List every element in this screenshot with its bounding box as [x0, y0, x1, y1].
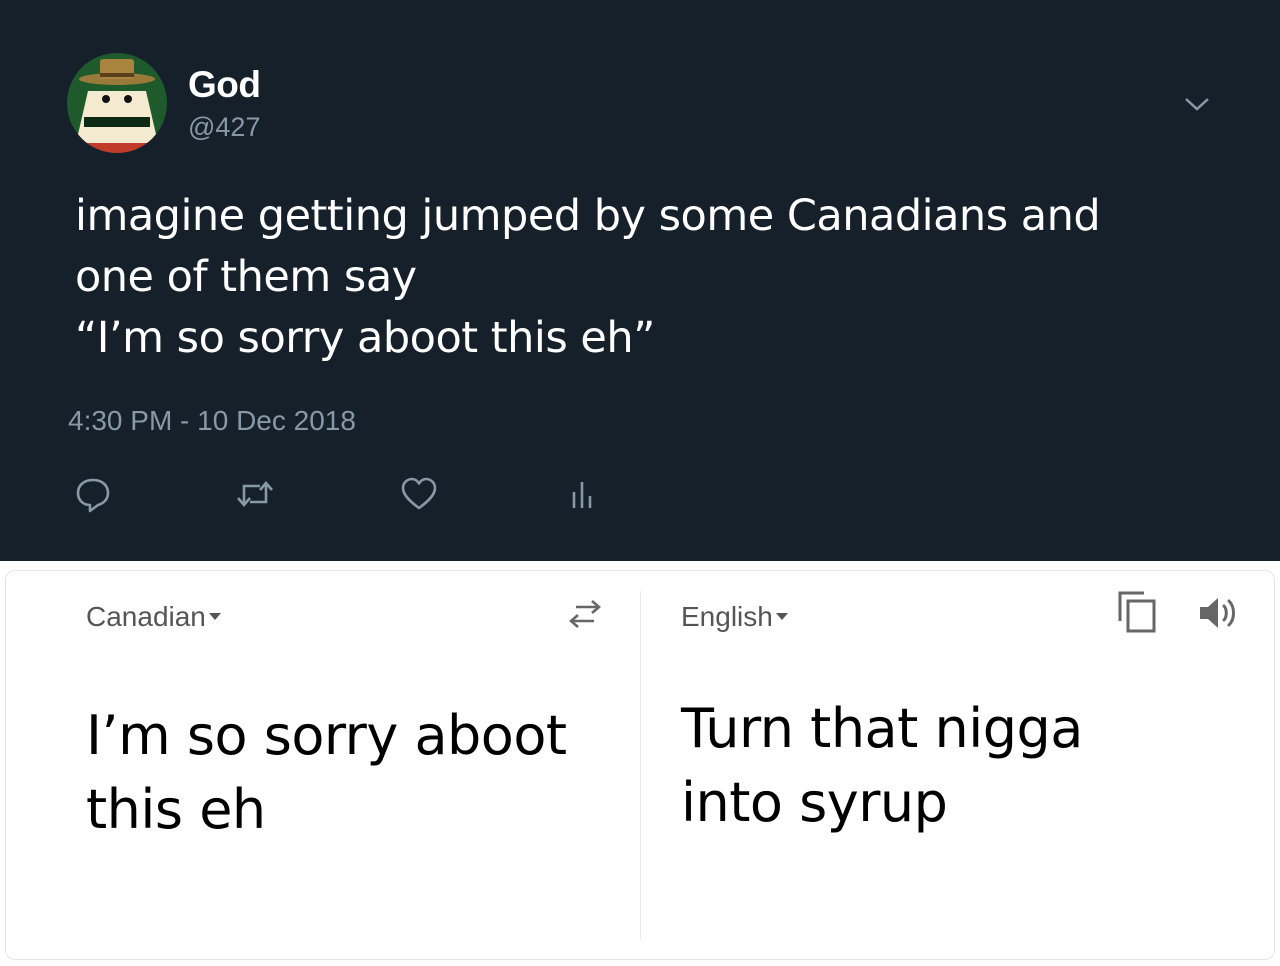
- translated-text-line: into syrup: [681, 771, 948, 834]
- chevron-down-icon[interactable]: [1182, 92, 1212, 116]
- translator-panel: Canadian English I’m so sorry aboot this…: [5, 570, 1275, 960]
- source-language-select[interactable]: Canadian: [86, 601, 221, 633]
- translated-text-line: Turn that nigga: [681, 697, 1083, 760]
- target-language-select[interactable]: English: [681, 601, 788, 633]
- panel-divider: [640, 591, 641, 939]
- source-text-line: this eh: [86, 778, 266, 841]
- caret-down-icon: [775, 613, 788, 621]
- source-text-line: I’m so sorry aboot: [86, 704, 567, 767]
- tweet-text: imagine getting jumped by some Canadians…: [75, 186, 1195, 369]
- tweet-text-line: one of them say: [75, 252, 417, 302]
- source-text[interactable]: I’m so sorry aboot this eh: [86, 699, 567, 847]
- swap-languages-icon[interactable]: [564, 597, 606, 631]
- like-icon[interactable]: [400, 474, 438, 514]
- caret-down-icon: [208, 613, 221, 621]
- copy-icon[interactable]: [1114, 587, 1162, 637]
- source-language-label: Canadian: [86, 601, 206, 632]
- reply-icon[interactable]: [74, 474, 112, 514]
- speaker-icon[interactable]: [1196, 593, 1242, 633]
- tweet-text-line: “I’m so sorry aboot this eh”: [75, 313, 655, 363]
- avatar[interactable]: [66, 51, 168, 159]
- tweet-card: God @427 imagine getting jumped by some …: [0, 0, 1280, 561]
- tweet-text-line: imagine getting jumped by some Canadians…: [75, 191, 1101, 241]
- user-handle[interactable]: @427: [188, 112, 260, 143]
- translated-text: Turn that nigga into syrup: [681, 692, 1083, 840]
- target-language-label: English: [681, 601, 773, 632]
- analytics-icon[interactable]: [568, 474, 596, 514]
- tweet-timestamp[interactable]: 4:30 PM - 10 Dec 2018: [68, 405, 356, 437]
- retweet-icon[interactable]: [234, 474, 276, 514]
- display-name[interactable]: God: [188, 64, 261, 106]
